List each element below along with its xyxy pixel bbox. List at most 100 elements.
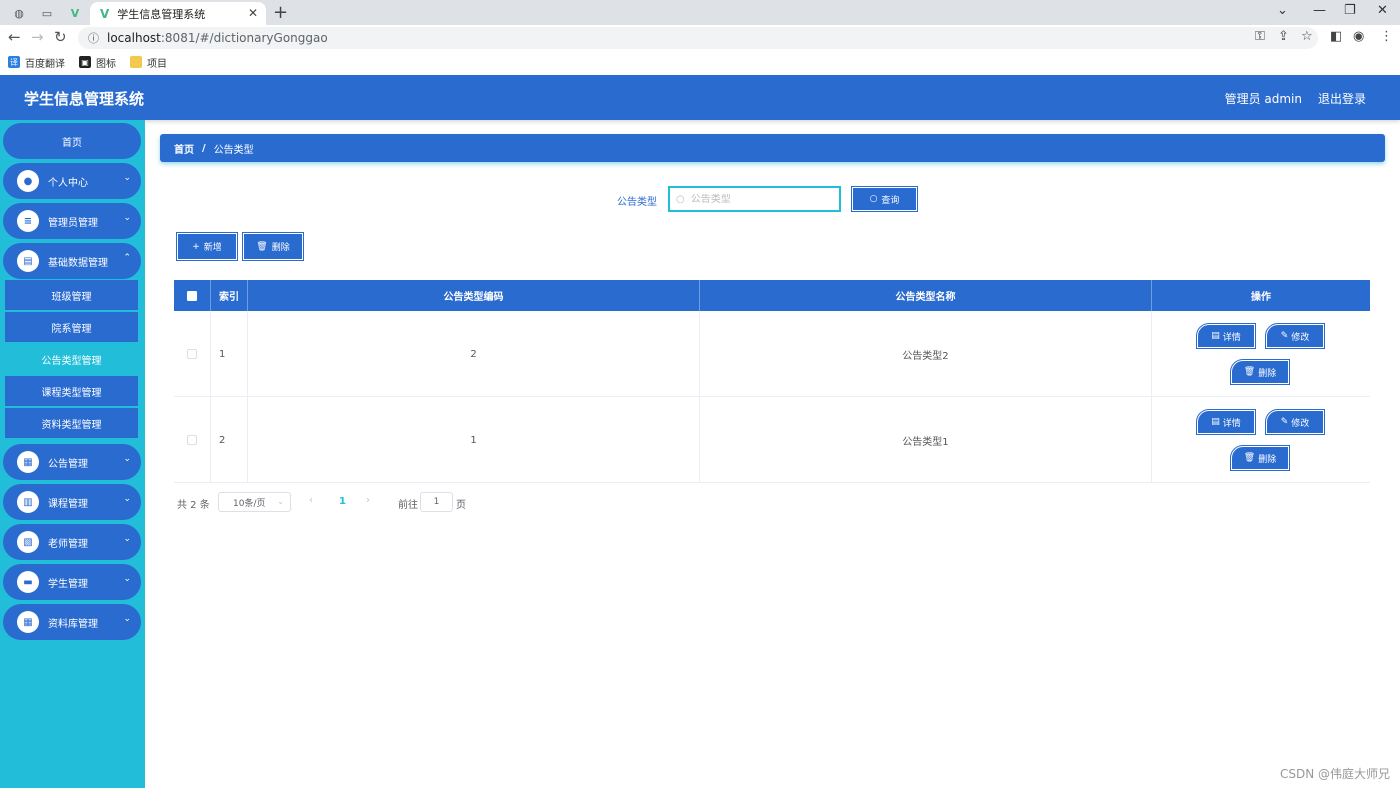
sidebar-item-profile[interactable]: ● 个人中心 ⌄ [3, 163, 141, 199]
bookmark-item[interactable]: 项目 [130, 55, 167, 70]
monitor-icon: ▬ [17, 571, 39, 593]
submenu-label: 资料类型管理 [41, 419, 102, 431]
close-tab-icon[interactable]: ✕ [248, 6, 258, 20]
submenu-item-course-type[interactable]: 课程类型管理 [5, 376, 138, 406]
reload-icon[interactable]: ↻ [54, 28, 67, 46]
restore-icon[interactable]: ❐ [1344, 3, 1356, 18]
add-button-label: 新增 [203, 243, 222, 253]
submenu-item-notice-type[interactable]: 公告类型管理 [5, 344, 138, 374]
breadcrumb-separator: / [202, 142, 206, 154]
name-cell: 公告类型1 [700, 397, 1152, 483]
breadcrumb-home[interactable]: 首页 [174, 141, 194, 156]
breadcrumb-current: 公告类型 [213, 144, 254, 156]
edit-button[interactable]: ✎ 修改 [1265, 323, 1325, 349]
delete-label: 删除 [1258, 368, 1277, 379]
chevron-down-icon: ⌄ [123, 454, 131, 464]
table-header: 索引 公告类型编码 公告类型名称 操作 [174, 280, 1370, 311]
sidebar-item-label: 课程管理 [48, 498, 88, 510]
minimize-icon[interactable]: — [1313, 3, 1326, 18]
batch-delete-label: 删除 [271, 243, 290, 253]
row-select-cell [174, 397, 211, 483]
next-page-icon[interactable]: › [366, 495, 370, 506]
trash-icon: 🗑 [1243, 453, 1256, 463]
profile-icon[interactable]: ◉ [1353, 29, 1364, 44]
page-number-current[interactable]: 1 [339, 496, 346, 507]
edit-button[interactable]: ✎ 修改 [1265, 409, 1325, 435]
sidebar-item-home[interactable]: 首页 [3, 123, 141, 159]
chevron-down-icon: ⌄ [123, 574, 131, 584]
goto-page-input[interactable]: 1 [420, 492, 453, 512]
batch-delete-button[interactable]: 🗑 删除 [242, 232, 304, 261]
back-icon[interactable]: ← [8, 28, 21, 46]
document-icon: ▧ [17, 531, 39, 553]
column-header: 公告类型名称 [700, 280, 1152, 311]
chevron-down-icon: ⌄ [123, 534, 131, 544]
detail-label: 详情 [1222, 418, 1241, 429]
sidebar-item-notices[interactable]: ▦ 公告管理 ⌄ [3, 444, 141, 480]
detail-button[interactable]: ▤ 详情 [1196, 409, 1256, 435]
submenu-item-class[interactable]: 班级管理 [5, 280, 138, 310]
page-size-value: 10条/页 [233, 498, 266, 509]
column-header: 公告类型编码 [248, 280, 700, 311]
star-icon[interactable]: ☆ [1301, 29, 1313, 44]
add-button[interactable]: + 新增 [176, 232, 238, 261]
address-bar-row: ← → ↻ ⓘ localhost:8081/#/dictionaryGongg… [0, 25, 1400, 51]
app-title: 学生信息管理系统 [24, 90, 145, 108]
sidebar-item-courses[interactable]: ▥ 课程管理 ⌄ [3, 484, 141, 520]
edit-icon: ✎ [1280, 417, 1289, 427]
sidebar-item-label: 个人中心 [48, 177, 88, 189]
more-icon[interactable]: ⋮ [1380, 29, 1393, 44]
delete-button[interactable]: 🗑 删除 [1230, 359, 1290, 385]
bookmark-item[interactable]: 译 百度翻译 [8, 55, 65, 70]
submenu-label: 院系管理 [51, 323, 92, 335]
bookmark-item[interactable]: ▣ 图标 [79, 55, 116, 70]
icon-site-icon: ▣ [79, 56, 91, 68]
blank-tab-icon[interactable]: ▭ [36, 3, 58, 23]
forward-icon[interactable]: → [31, 28, 44, 46]
submenu-item-department[interactable]: 院系管理 [5, 312, 138, 342]
url-path: :8081/#/dictionaryGonggao [160, 31, 328, 45]
select-all-checkbox[interactable] [187, 290, 197, 301]
globe-icon[interactable]: ◍ [8, 3, 30, 23]
info-icon: ⓘ [88, 32, 99, 45]
grid-icon: ▦ [17, 451, 39, 473]
sidepanel-icon[interactable]: ◧ [1330, 29, 1342, 44]
grid-icon: ▦ [17, 611, 39, 633]
search-input[interactable] [690, 193, 831, 205]
sidebar-item-label: 公告管理 [48, 458, 88, 470]
row-checkbox[interactable] [187, 435, 197, 445]
sidebar-item-label: 首页 [62, 137, 82, 149]
sidebar-item-students[interactable]: ▬ 学生管理 ⌄ [3, 564, 141, 600]
breadcrumb: 首页 / 公告类型 [160, 134, 1385, 162]
detail-button[interactable]: ▤ 详情 [1196, 323, 1256, 349]
delete-button[interactable]: 🗑 删除 [1230, 445, 1290, 471]
sidebar-item-basedata[interactable]: ▤ 基础数据管理 ⌃ [3, 243, 141, 279]
share-icon[interactable]: ⇪ [1278, 29, 1289, 44]
submenu-item-material-type[interactable]: 资料类型管理 [5, 408, 138, 438]
query-button[interactable]: ○ 查询 [851, 186, 918, 212]
logout-link[interactable]: 退出登录 [1318, 90, 1366, 107]
current-user: 管理员 admin [1224, 92, 1302, 106]
close-window-icon[interactable]: ✕ [1377, 3, 1388, 18]
new-tab-button[interactable]: + [273, 2, 288, 23]
watermark: CSDN @伟庭大师兄 [1279, 767, 1390, 781]
sidebar-item-library[interactable]: ▦ 资料库管理 ⌄ [3, 604, 141, 640]
key-icon[interactable]: ⚿ [1255, 29, 1265, 44]
sidebar-item-admins[interactable]: ≡ 管理员管理 ⌄ [3, 203, 141, 239]
page-size-select[interactable]: 10条/页 ⌄ [218, 492, 291, 512]
sidebar-item-label: 老师管理 [48, 538, 88, 550]
vue-tab-icon[interactable]: V [64, 3, 86, 23]
prev-page-icon[interactable]: ‹ [309, 495, 313, 506]
code-cell: 1 [248, 397, 700, 483]
row-checkbox[interactable] [187, 349, 197, 359]
translate-icon: 译 [8, 56, 20, 68]
sidebar-item-teachers[interactable]: ▧ 老师管理 ⌄ [3, 524, 141, 560]
url-field[interactable]: ⓘ localhost:8081/#/dictionaryGonggao [78, 27, 1318, 49]
tab-search-icon[interactable]: ⌄ [1277, 3, 1288, 18]
page-suffix: 页 [456, 500, 466, 511]
trash-icon: 🗑 [1243, 367, 1256, 377]
search-field[interactable]: ○ [668, 186, 841, 212]
bar-chart-icon: ▥ [17, 491, 39, 513]
bookmark-label: 项目 [147, 58, 167, 70]
active-tab[interactable]: V 学生信息管理系统 ✕ [90, 2, 266, 25]
